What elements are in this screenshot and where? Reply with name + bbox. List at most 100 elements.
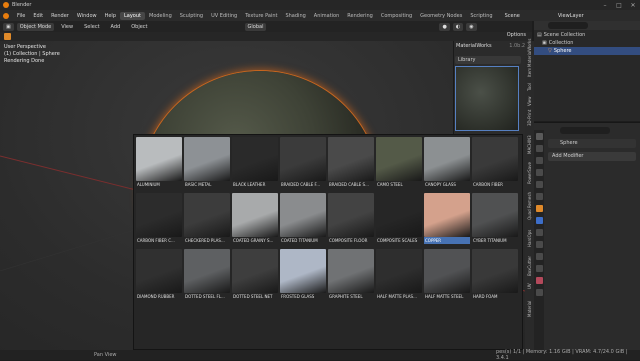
material-tile[interactable]: COATED TITANIUM: [280, 193, 326, 245]
material-thumbnail: [232, 137, 278, 181]
material-tile[interactable]: CANOPY GLASS: [424, 137, 470, 189]
maximize-button[interactable]: □: [612, 0, 626, 10]
menu-add[interactable]: Add: [107, 24, 125, 30]
tab-compositing[interactable]: Compositing: [377, 12, 416, 20]
material-tile[interactable]: HALF MATTE PLAS...: [376, 249, 422, 301]
tab-geometry-nodes[interactable]: Geometry Nodes: [416, 12, 466, 20]
tab-material[interactable]: Material: [525, 297, 534, 321]
material-tile[interactable]: DOTTED STEEL NET: [232, 249, 278, 301]
material-tile[interactable]: COPPER: [424, 193, 470, 245]
add-modifier-button[interactable]: Add Modifier: [548, 152, 636, 161]
modifier-tab-icon[interactable]: [536, 217, 543, 224]
material-tile[interactable]: BRAIDED CABLE F...: [280, 137, 326, 189]
material-tile[interactable]: CHECKERED PLAS...: [184, 193, 230, 245]
tab-texture-paint[interactable]: Texture Paint: [241, 12, 281, 20]
material-tile[interactable]: DOTTED STEEL FL...: [184, 249, 230, 301]
material-preview[interactable]: [455, 66, 519, 131]
shading-material-icon[interactable]: ◐: [452, 22, 464, 31]
tab-modeling[interactable]: Modeling: [145, 12, 176, 20]
material-tile[interactable]: CYBER TITANIUM: [472, 193, 518, 245]
material-tile[interactable]: DIAMOND RUBBER: [136, 249, 182, 301]
material-label: CARBON FIBER C...: [137, 238, 175, 243]
tab-3d-print[interactable]: 3D-Print: [525, 109, 534, 127]
tab-shading[interactable]: Shading: [281, 12, 309, 20]
outliner-row-scene-collection[interactable]: ▤ Scene Collection: [534, 31, 640, 39]
material-tile[interactable]: COMPOSITE SCALES: [376, 193, 422, 245]
data-tab-icon[interactable]: [536, 265, 543, 272]
material-tile[interactable]: CARBON FIBER: [472, 137, 518, 189]
material-label: CARBON FIBER: [473, 182, 503, 187]
tab-item[interactable]: Item: [525, 65, 534, 79]
tab-quad-remesh[interactable]: Quad Remesh: [525, 189, 534, 223]
properties-search-input[interactable]: [560, 127, 610, 134]
output-tab-icon[interactable]: [536, 157, 543, 164]
minimize-button[interactable]: –: [598, 0, 612, 10]
mode-select[interactable]: Object Mode: [16, 22, 55, 31]
tab-sculpting[interactable]: Sculpting: [176, 12, 207, 20]
shading-solid-icon[interactable]: ●: [439, 22, 450, 31]
view-layer-tab-icon[interactable]: [536, 169, 543, 176]
tab-view[interactable]: View: [525, 95, 534, 107]
world-tab-icon[interactable]: [536, 193, 543, 200]
shading-rendered-icon[interactable]: ◉: [466, 22, 477, 31]
menu-window[interactable]: Window: [73, 13, 101, 19]
menu-object[interactable]: Object: [127, 24, 151, 30]
menu-help[interactable]: Help: [101, 13, 120, 19]
tab-materialworks[interactable]: MaterialWorks: [525, 39, 534, 67]
physics-tab-icon[interactable]: [536, 241, 543, 248]
texture-tab-icon[interactable]: [536, 289, 543, 296]
render-tab-icon[interactable]: [536, 145, 543, 152]
constraints-tab-icon[interactable]: [536, 253, 543, 260]
scene-selector[interactable]: Scene: [505, 13, 520, 19]
menu-file[interactable]: File: [13, 13, 29, 19]
material-tile[interactable]: HARD FOAM: [472, 249, 518, 301]
select-box-tool-icon[interactable]: [4, 33, 11, 40]
material-tile[interactable]: HALF MATTE STEEL: [424, 249, 470, 301]
outliner-search-input[interactable]: [548, 22, 588, 29]
outliner-row-collection[interactable]: ▣ Collection: [534, 39, 640, 47]
view-name: User Perspective: [4, 44, 46, 50]
material-tile[interactable]: BASIC METAL: [184, 137, 230, 189]
options-button[interactable]: Options: [507, 32, 526, 38]
tab-uv[interactable]: UV: [525, 281, 534, 291]
tab-boxcutter[interactable]: BoxCutter: [525, 253, 534, 279]
tab-tool[interactable]: Tool: [525, 81, 534, 93]
viewlayer-selector[interactable]: ViewLayer: [558, 13, 584, 19]
orientation-select[interactable]: Global: [244, 22, 267, 31]
outliner-row-sphere[interactable]: ▽ Sphere: [534, 47, 640, 55]
material-tile[interactable]: GRAPHITE STEEL: [328, 249, 374, 301]
material-tile[interactable]: BLACK LEATHER: [232, 137, 278, 189]
particles-tab-icon[interactable]: [536, 229, 543, 236]
object-name-field[interactable]: Sphere: [548, 139, 636, 148]
material-tile[interactable]: FROSTED GLASS: [280, 249, 326, 301]
blender-menu-icon[interactable]: [3, 12, 9, 19]
menu-render[interactable]: Render: [47, 13, 73, 19]
tab-animation[interactable]: Animation: [310, 12, 344, 20]
scene-tab-icon[interactable]: [536, 181, 543, 188]
material-thumbnail: [328, 249, 374, 293]
tab-rendering[interactable]: Rendering: [343, 12, 377, 20]
tool-tab-icon[interactable]: [536, 133, 543, 140]
close-button[interactable]: ✕: [626, 0, 640, 10]
material-tile[interactable]: CARBON FIBER C...: [136, 193, 182, 245]
library-dropdown[interactable]: Library: [455, 56, 521, 64]
menu-view[interactable]: View: [57, 24, 77, 30]
tab-uv-editing[interactable]: UV Editing: [207, 12, 241, 20]
material-tile[interactable]: BRAIDED CABLE S...: [328, 137, 374, 189]
viewport-info: User Perspective (1) Collection | Sphere…: [4, 44, 60, 65]
material-thumbnail: [472, 249, 518, 293]
material-tile[interactable]: CAMO STEEL: [376, 137, 422, 189]
tab-machin3[interactable]: MACHIN3: [525, 133, 534, 157]
menu-select[interactable]: Select: [80, 24, 103, 30]
tab-scripting[interactable]: Scripting: [466, 12, 496, 20]
material-tab-icon[interactable]: [536, 277, 543, 284]
tab-layout[interactable]: Layout: [120, 11, 145, 20]
tab-powersave[interactable]: PowerSave: [525, 161, 534, 185]
material-tile[interactable]: COATED GRAINY S...: [232, 193, 278, 245]
material-tile[interactable]: ALUMINIUM: [136, 137, 182, 189]
tab-hardops[interactable]: HardOps: [525, 227, 534, 249]
object-tab-icon[interactable]: [536, 205, 543, 212]
menu-edit[interactable]: Edit: [29, 13, 47, 19]
material-tile[interactable]: COMPOSITE FLOOR: [328, 193, 374, 245]
editor-type-icon[interactable]: ▣: [3, 22, 14, 31]
